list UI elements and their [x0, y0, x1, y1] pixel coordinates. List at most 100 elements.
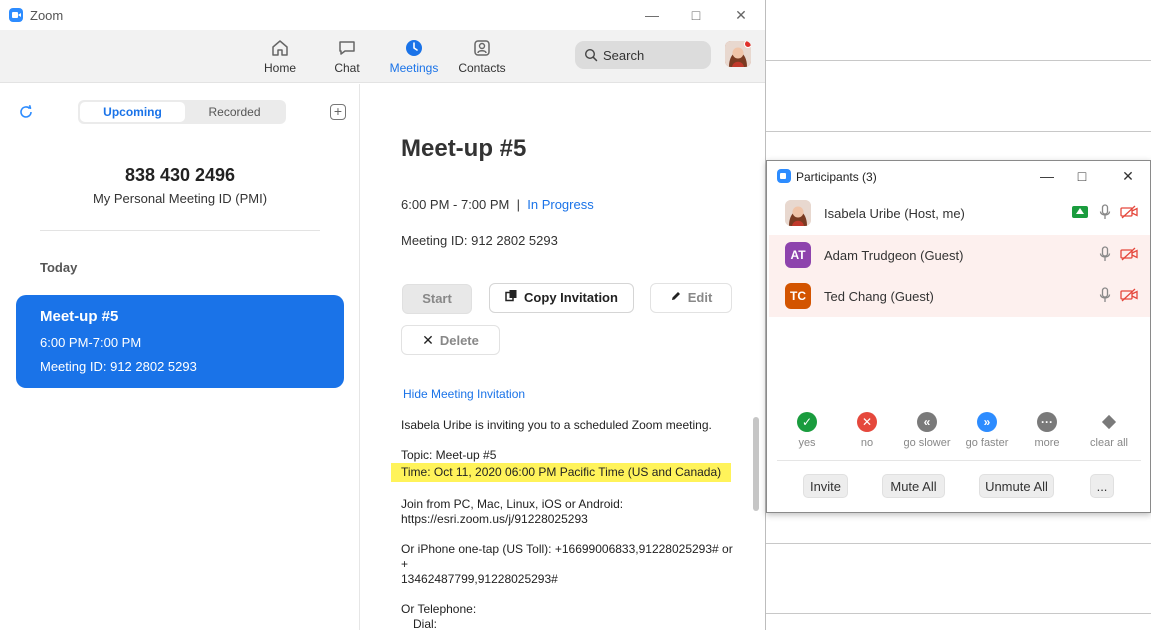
copy-icon: [505, 284, 518, 312]
invitation-iphone-line2: 13462487799,91228025293#: [401, 572, 558, 586]
nav-home-label: Home: [263, 61, 296, 75]
participant-name: Ted Chang (Guest): [824, 289, 934, 304]
rewind-icon: «: [917, 412, 937, 432]
nav-contacts[interactable]: Contacts: [452, 38, 512, 75]
screen-share-icon: [1072, 206, 1088, 218]
participants-title: Participants (3): [796, 170, 877, 184]
participant-row[interactable]: Isabela Uribe (Host, me): [769, 193, 1150, 234]
contacts-icon: [474, 40, 490, 56]
meeting-item-time: 6:00 PM-7:00 PM: [40, 335, 142, 350]
video-off-icon[interactable]: [1120, 205, 1138, 219]
meeting-list-item[interactable]: Meet-up #5 6:00 PM-7:00 PM Meeting ID: 9…: [16, 295, 344, 388]
meeting-title: Meet-up #5: [401, 135, 527, 162]
reaction-no-label: no: [860, 437, 874, 449]
profile-photo-icon: [785, 200, 811, 226]
background-divider: [766, 613, 1151, 614]
refresh-icon[interactable]: [18, 104, 34, 120]
minimize-button[interactable]: —: [1035, 165, 1059, 187]
nav-meetings[interactable]: Meetings: [384, 38, 444, 75]
profile-avatar[interactable]: [725, 41, 751, 67]
close-button[interactable]: ✕: [729, 4, 753, 26]
nav-meetings-label: Meetings: [389, 61, 439, 75]
section-heading-today: Today: [40, 260, 78, 275]
search-input[interactable]: Search: [575, 41, 711, 69]
edit-label: Edit: [687, 290, 713, 305]
tab-recorded[interactable]: Recorded: [185, 102, 284, 122]
x-icon: ✕: [422, 332, 434, 348]
mute-all-button[interactable]: Mute All: [882, 474, 945, 498]
meetings-list-pane: Upcoming Recorded + 838 430 2496 My Pers…: [0, 84, 360, 630]
microphone-icon[interactable]: [1099, 204, 1111, 220]
invite-button-label: Invite: [809, 479, 842, 494]
unmute-all-button[interactable]: Unmute All: [979, 474, 1054, 498]
nav-chat[interactable]: Chat: [317, 38, 377, 75]
meeting-id: Meeting ID: 912 2802 5293: [401, 233, 558, 248]
title-bar: Zoom — □ ✕: [0, 0, 765, 30]
invitation-iphone-line1: Or iPhone one-tap (US Toll): +1669900683…: [401, 542, 733, 571]
delete-label: Delete: [439, 333, 479, 348]
reaction-more-label: more: [1034, 437, 1060, 449]
time-separator: |: [516, 197, 521, 212]
delete-button[interactable]: ✕ Delete: [401, 325, 500, 355]
scrollbar-thumb[interactable]: [753, 417, 759, 511]
fast-forward-icon: »: [977, 412, 997, 432]
reaction-go-faster[interactable]: » go faster: [957, 412, 1017, 449]
maximize-button[interactable]: □: [684, 4, 708, 26]
reaction-clear-all-label: clear all: [1090, 437, 1128, 449]
avatar: TC: [785, 283, 811, 309]
participant-row[interactable]: AT Adam Trudgeon (Guest): [769, 235, 1150, 276]
pmi-label: My Personal Meeting ID (PMI): [92, 191, 268, 206]
reaction-go-slower[interactable]: « go slower: [897, 412, 957, 449]
reaction-more[interactable]: ··· more: [1017, 412, 1077, 449]
reaction-yes-label: yes: [798, 437, 816, 449]
mute-all-label: Mute All: [890, 479, 937, 494]
meeting-time-row: 6:00 PM - 7:00 PM | In Progress: [401, 197, 594, 212]
pencil-icon: [670, 284, 682, 312]
divider: [777, 460, 1141, 461]
more-options-button[interactable]: ...: [1090, 474, 1114, 498]
nav-chat-label: Chat: [334, 61, 360, 75]
participant-row[interactable]: TC Ted Chang (Guest): [769, 276, 1150, 317]
invitation-text: Isabela Uribe is inviting you to a sched…: [391, 418, 741, 632]
tab-upcoming[interactable]: Upcoming: [80, 102, 185, 122]
add-meeting-button[interactable]: +: [330, 104, 346, 120]
nonverbal-feedback-bar: ✓ yes ✕ no « go slower » go faster ··· m…: [767, 412, 1150, 460]
top-nav: Home Chat Meetings Contacts Search: [0, 30, 765, 83]
zoom-logo-icon: [9, 8, 23, 22]
close-button[interactable]: ✕: [1116, 165, 1140, 187]
invitation-time-highlighted: Time: Oct 11, 2020 06:00 PM Pacific Time…: [391, 463, 732, 482]
background-divider: [766, 543, 1151, 544]
reaction-yes[interactable]: ✓ yes: [777, 412, 837, 449]
divider: [40, 230, 320, 231]
meeting-status: In Progress: [527, 197, 594, 212]
background-divider: [766, 60, 1151, 61]
hide-invitation-link[interactable]: Hide Meeting Invitation: [403, 387, 525, 401]
chat-icon: [339, 41, 355, 55]
invitation-join-label: Join from PC, Mac, Linux, iOS or Android…: [401, 497, 624, 511]
copy-invitation-button[interactable]: Copy Invitation: [489, 283, 634, 313]
more-options-label: ...: [1096, 479, 1108, 494]
notification-dot: [744, 41, 751, 48]
microphone-icon[interactable]: [1099, 287, 1111, 303]
home-icon: [272, 40, 288, 56]
window-title: Zoom: [30, 8, 64, 23]
nav-contacts-label: Contacts: [458, 61, 506, 75]
checkmark-icon: ✓: [797, 412, 817, 432]
meeting-detail-pane: Meet-up #5 6:00 PM - 7:00 PM | In Progre…: [361, 84, 765, 632]
video-off-icon[interactable]: [1120, 288, 1138, 302]
maximize-button[interactable]: □: [1070, 165, 1094, 187]
reaction-no[interactable]: ✕ no: [837, 412, 897, 449]
nav-home[interactable]: Home: [250, 38, 310, 75]
start-button[interactable]: Start: [402, 284, 472, 314]
copy-invitation-label: Copy Invitation: [524, 290, 618, 305]
eraser-icon: [1099, 412, 1119, 432]
x-icon: ✕: [857, 412, 877, 432]
reaction-clear-all[interactable]: clear all: [1079, 412, 1139, 449]
edit-button[interactable]: Edit: [650, 283, 732, 313]
meeting-item-title: Meet-up #5: [40, 308, 119, 325]
invite-button[interactable]: Invite: [803, 474, 848, 498]
search-icon: [584, 48, 598, 62]
video-off-icon[interactable]: [1120, 247, 1138, 261]
minimize-button[interactable]: —: [640, 4, 664, 26]
microphone-icon[interactable]: [1099, 246, 1111, 262]
